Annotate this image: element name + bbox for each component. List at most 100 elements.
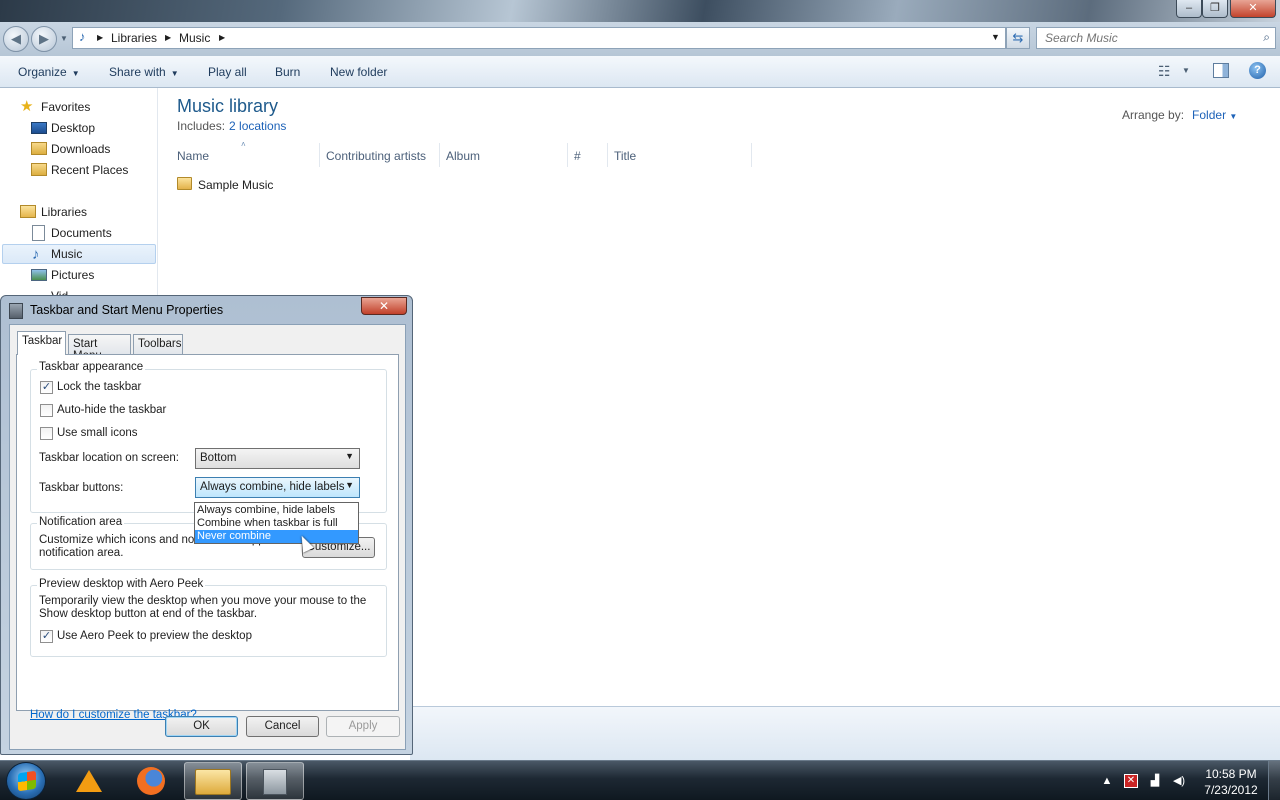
option-combine-when-full[interactable]: Combine when taskbar is full [195,517,358,530]
downloads-folder-icon [31,142,47,155]
column-header-number[interactable]: # [568,143,608,167]
chevron-down-icon: ▼ [345,451,354,461]
clock-time: 10:58 PM [1205,767,1257,781]
checkbox-unchecked-icon [40,427,53,440]
network-icon[interactable]: ▟ [1148,774,1162,788]
start-button[interactable] [6,762,46,800]
close-button[interactable]: ✕ [1230,0,1276,18]
taskbar-buttons-select[interactable]: Always combine, hide labels ▼ [195,477,360,498]
breadcrumb-separator-icon[interactable]: ▶ [97,33,103,42]
search-icon[interactable]: ⌕ [1263,30,1270,45]
new-folder-button[interactable]: New folder [330,65,387,79]
tab-toolbars[interactable]: Toolbars [133,334,183,354]
firefox-icon [137,767,165,795]
option-never-combine[interactable]: Never combine [195,530,358,543]
clock[interactable]: 10:58 PM 7/23/2012 [1196,766,1266,798]
nav-recent-places[interactable]: Recent Places [0,160,158,180]
checkbox-checked-icon: ✓ [40,381,53,394]
taskbar-app-properties[interactable] [246,762,304,800]
taskbar-app-explorer[interactable] [184,762,242,800]
column-header-contributing-artists[interactable]: Contributing artists [320,143,440,167]
breadcrumb-separator-icon[interactable]: ▶ [219,33,225,42]
nav-downloads[interactable]: Downloads [0,139,158,159]
chevron-down-icon: ▼ [71,69,80,78]
tab-taskbar[interactable]: Taskbar [17,331,66,355]
column-header-title[interactable]: Title [608,143,752,167]
refresh-button[interactable]: ⇆ [1006,27,1030,49]
nav-documents-label: Documents [51,226,112,240]
help-icon[interactable]: ? [1249,62,1266,79]
column-header-name[interactable]: Name ˄ [171,140,320,167]
show-hidden-icons-icon[interactable]: ▲ [1100,774,1114,788]
taskbar-app-vlc[interactable] [60,762,118,800]
vlc-icon [76,770,102,792]
nav-favorites[interactable]: ★ Favorites [0,97,158,117]
checkbox-unchecked-icon [40,404,53,417]
documents-icon [32,225,45,241]
share-with-button[interactable]: Share with ▼ [109,65,179,79]
column-header-album[interactable]: Album [440,143,568,167]
cancel-button[interactable]: Cancel [246,716,319,737]
desktop-icon [31,122,47,134]
apply-button[interactable]: Apply [326,716,400,737]
maximize-button[interactable]: ❐ [1202,0,1228,18]
arrange-by: Arrange by: Folder ▼ [1122,108,1237,122]
chevron-down-icon: ▼ [1229,112,1238,121]
chevron-down-icon: ▼ [345,480,354,490]
arrange-by-label: Arrange by: [1122,108,1185,122]
forward-button[interactable]: ▶ [31,26,57,52]
dialog-close-button[interactable]: ✕ [361,297,407,315]
organize-button[interactable]: Organize ▼ [18,65,80,79]
breadcrumb-libraries[interactable]: Libraries [111,31,157,45]
tab-start-menu[interactable]: Start Menu [68,334,131,362]
taskbar-location-select[interactable]: Bottom ▼ [195,448,360,469]
nav-recent-places-label: Recent Places [51,163,129,177]
locations-link[interactable]: 2 locations [229,119,286,133]
lock-taskbar-label: Lock the taskbar [57,381,142,393]
option-always-combine[interactable]: Always combine, hide labels [195,504,358,517]
explorer-folder-icon [195,769,231,795]
libraries-icon [20,205,36,218]
action-center-flag-icon[interactable]: ✕ [1124,774,1138,788]
search-input[interactable] [1045,31,1245,45]
minimize-button[interactable]: ‒ [1176,0,1202,18]
address-bar[interactable]: ♪ ▶ Libraries ▶ Music ▶ ▼ [72,27,1006,49]
clock-date: 7/23/2012 [1204,783,1258,797]
chevron-down-icon[interactable]: ▼ [1182,66,1190,75]
taskbar-app-firefox[interactable] [122,762,180,800]
nav-desktop[interactable]: Desktop [0,118,158,138]
nav-music[interactable]: ♪ Music [2,244,156,264]
preview-pane-icon[interactable] [1213,63,1229,78]
nav-documents[interactable]: Documents [0,223,158,243]
play-all-button[interactable]: Play all [208,65,247,79]
library-title: Music library [177,96,279,116]
nav-libraries-label: Libraries [41,205,88,219]
taskbar-location-label: Taskbar location on screen: [39,452,179,464]
title-bar[interactable]: ‒ ❐ ✕ [0,0,1280,22]
ok-button[interactable]: OK [165,716,238,737]
star-icon: ★ [20,98,34,115]
breadcrumb-separator-icon[interactable]: ▶ [165,33,171,42]
nav-desktop-label: Desktop [51,121,96,135]
taskbar-buttons-value: Always combine, hide labels [200,481,345,493]
nav-pictures[interactable]: Pictures [0,265,158,285]
breadcrumb-music[interactable]: Music [179,31,210,45]
recent-pages-icon[interactable]: ▼ [60,34,68,43]
address-dropdown-icon[interactable]: ▼ [991,32,1000,42]
taskbar: ▲ ✕ ▟ ◀) 10:58 PM 7/23/2012 [0,760,1280,800]
nav-libraries[interactable]: Libraries [0,202,158,222]
volume-icon[interactable]: ◀) [1172,774,1186,788]
arrange-by-dropdown[interactable]: Folder ▼ [1192,108,1237,122]
pictures-icon [31,269,47,281]
back-button[interactable]: ◀ [3,26,29,52]
dialog-title: Taskbar and Start Menu Properties [30,303,224,317]
autohide-taskbar-label: Auto-hide the taskbar [57,404,167,416]
details-pane [410,706,1280,760]
aero-peek-label: Preview desktop with Aero Peek [37,578,206,590]
burn-button[interactable]: Burn [275,65,300,79]
arrange-by-value: Folder [1192,108,1227,122]
show-desktop-button[interactable] [1268,761,1280,800]
aero-peek-text-line2: Show desktop button at end of the taskba… [39,608,258,620]
search-box[interactable]: ⌕ [1036,27,1276,49]
view-options-icon[interactable]: ☷ [1158,63,1171,80]
